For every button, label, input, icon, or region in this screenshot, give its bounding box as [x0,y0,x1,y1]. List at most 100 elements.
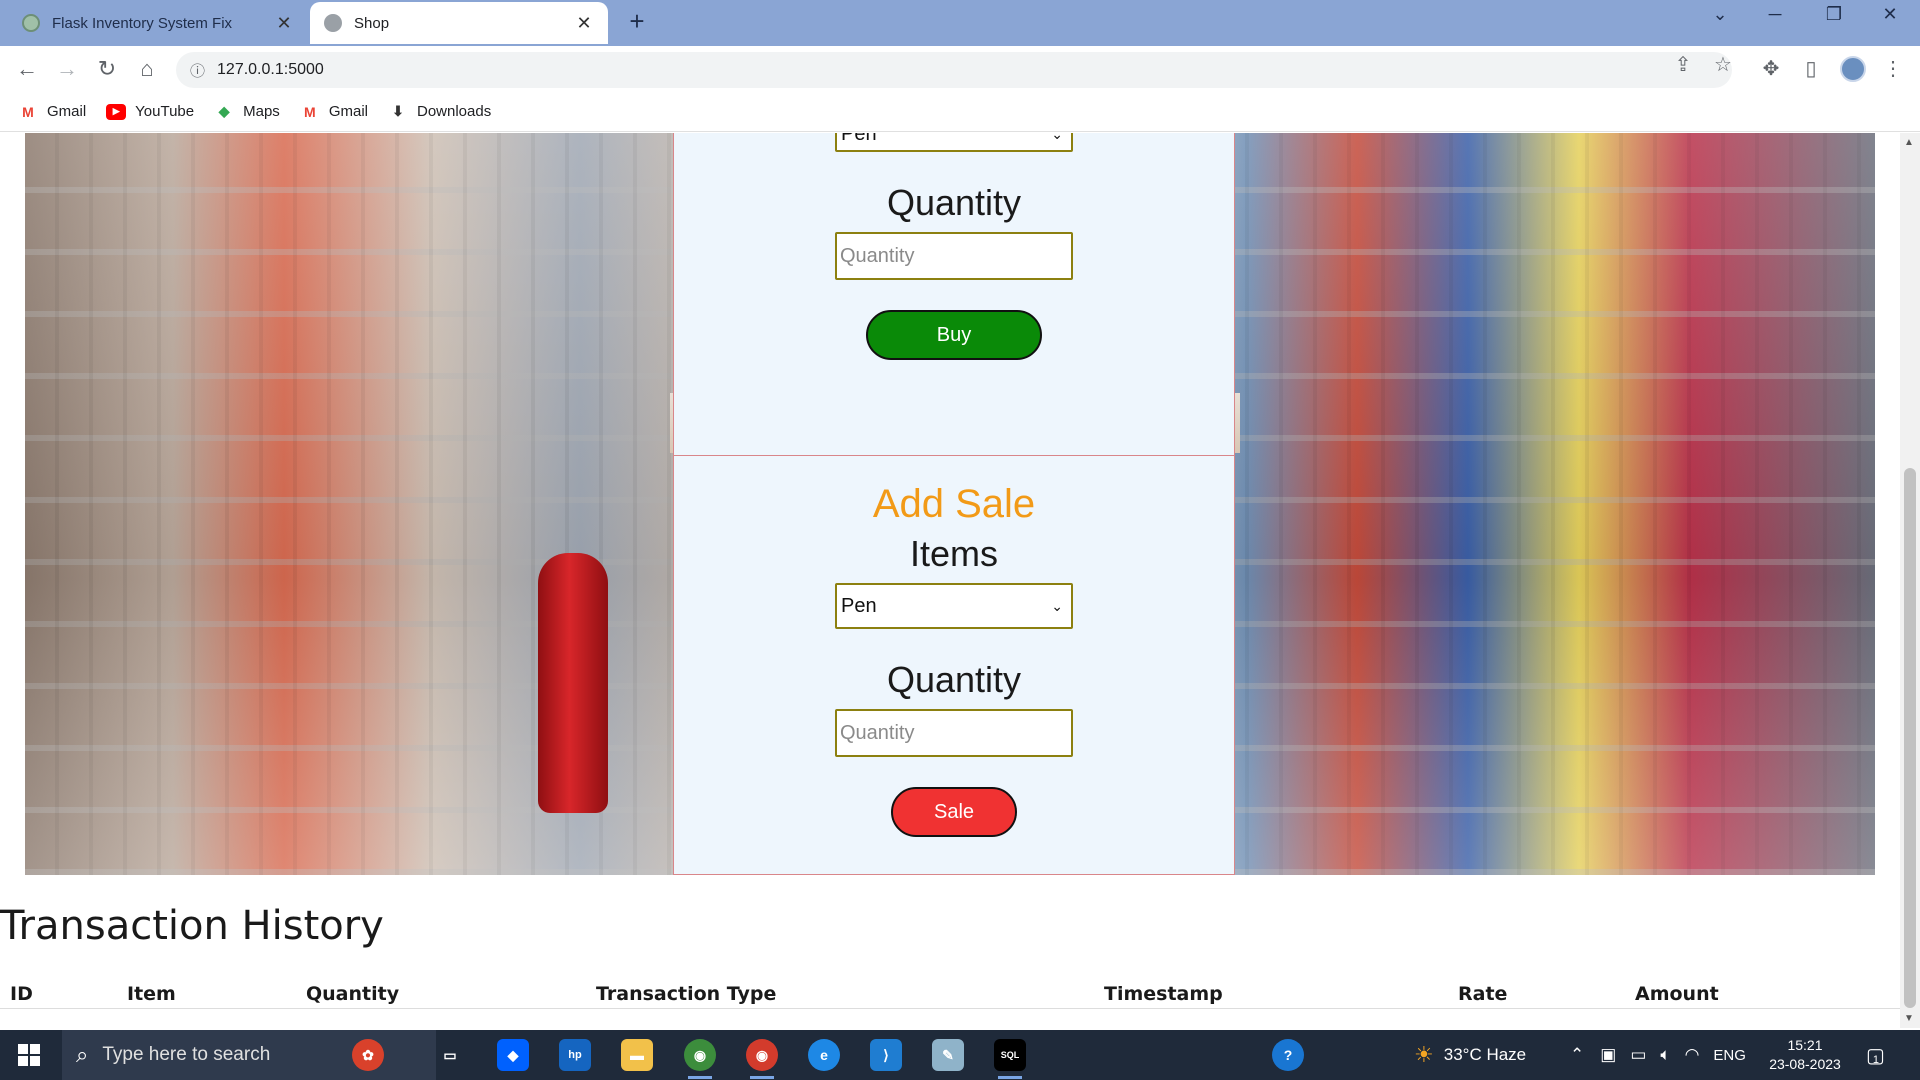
browser-toolbar: ← → ↻ ⌂ ⓘ 127.0.0.1:5000 ⇪ ☆ ✥ ▯ ⋮ [0,46,1920,92]
scroll-down-arrow-icon[interactable]: ▼ [1904,1013,1914,1024]
sale-item-select[interactable]: Pen ⌄ [835,583,1073,629]
volume-icon[interactable]: 🔈︎ [1660,1045,1670,1065]
buy-item-select[interactable]: Pen ⌄ [835,133,1073,152]
side-panel-icon[interactable]: ▯ [1796,56,1826,81]
chrome-profile-icon[interactable]: ◉ [746,1039,778,1079]
battery-icon[interactable]: ▭ [1630,1045,1646,1065]
chrome-icon[interactable]: ◉ [684,1039,716,1079]
close-icon[interactable]: ✕ [274,13,294,34]
fire-extinguisher-image [538,553,608,813]
bookmark-downloads[interactable]: ⬇ Downloads [388,103,491,120]
taskbar-clock[interactable]: 15:21 23-08-2023 [1760,1036,1850,1074]
tab-search-chevron-icon[interactable]: ⌄ [1700,4,1740,25]
gmail-icon: M [22,103,34,120]
file-explorer-icon[interactable]: ▬ [621,1039,653,1071]
search-icon: ⌕ [76,1042,89,1067]
notification-count: 1 [1872,1054,1880,1066]
weather-widget[interactable]: ☀ 33°C Haze [1414,1030,1526,1080]
minimize-icon[interactable]: ─ [1755,4,1795,25]
notification-center[interactable]: ▢ 1 [1866,1030,1885,1080]
window-close-icon[interactable]: ✕ [1870,4,1910,25]
meet-now-icon[interactable]: ▣ [1600,1045,1616,1065]
edge-icon[interactable]: e [808,1039,840,1071]
column-header-timestamp: Timestamp [1104,983,1223,1005]
system-tray: ⌃ ▣ ▭ 🔈︎ ◠ ENG [1570,1030,1746,1080]
column-header-amount: Amount [1635,983,1719,1005]
sale-quantity-input[interactable]: Quantity [835,709,1073,757]
chevron-down-icon: ⌄ [1051,597,1063,614]
close-icon[interactable]: ✕ [574,13,594,34]
buy-quantity-label: Quantity [886,182,1022,223]
bookmark-star-icon[interactable]: ☆ [1708,52,1738,77]
taskbar-search-placeholder: Type here to search [102,1044,271,1065]
bookmark-maps[interactable]: ◆ Maps [214,103,280,120]
notepad-icon[interactable]: ✎ [932,1039,964,1071]
sale-quantity-label: Quantity [886,659,1022,700]
site-info-icon[interactable]: ⓘ [190,60,205,81]
windows-start-icon[interactable] [18,1044,40,1066]
bookmark-label: Maps [243,103,280,120]
extensions-puzzle-icon[interactable]: ✥ [1756,56,1786,81]
buy-button[interactable]: Buy [866,310,1042,360]
decorative-flower-icon[interactable]: ✿ [352,1039,384,1071]
wifi-icon[interactable]: ◠ [1685,1045,1700,1065]
myhp-icon[interactable]: hp [559,1039,591,1071]
transaction-history-title: Transaction History [0,903,384,949]
address-url: 127.0.0.1:5000 [217,61,324,78]
column-header-transaction-type: Transaction Type [596,983,777,1005]
sale-item-selected: Pen [841,594,877,617]
globe-icon [324,14,342,32]
weather-sun-icon: ☀ [1414,1042,1434,1067]
menu-kebab-icon[interactable]: ⋮ [1878,56,1908,81]
share-icon[interactable]: ⇪ [1668,52,1698,77]
chatgpt-icon [22,14,40,32]
tab-flask-inventory[interactable]: Flask Inventory System Fix ✕ [8,2,308,44]
reload-icon[interactable]: ↻ [92,56,122,82]
tray-chevron-up-icon[interactable]: ⌃ [1570,1045,1584,1065]
chevron-down-icon: ⌄ [1051,133,1063,142]
bookmark-label: Gmail [328,103,368,120]
clock-time: 15:21 [1787,1037,1823,1053]
page-scrollbar[interactable]: ▲ ▼ [1900,133,1920,1028]
clock-date: 23-08-2023 [1769,1056,1841,1072]
back-arrow-icon[interactable]: ← [12,56,42,82]
bookmark-label: Gmail [47,103,87,120]
vscode-icon[interactable]: ⟩ [870,1039,902,1071]
windows-taskbar: ⌕ Type here to search ✿ ▭ ◆ hp ▬ ◉ ◉ e ⟩… [0,1030,1920,1080]
maximize-icon[interactable]: ❐ [1814,4,1854,25]
add-sale-heading: Add Sale [872,482,1036,526]
new-tab-button[interactable]: + [622,6,652,37]
page-viewport: Pen ⌄ Quantity Quantity Buy Add Sale Ite… [0,133,1900,1028]
address-bar[interactable]: ⓘ 127.0.0.1:5000 [176,52,1732,88]
column-header-item: Item [127,983,176,1005]
mysql-terminal-icon[interactable]: SQL [994,1039,1026,1079]
maps-icon: ◆ [218,103,230,119]
profile-avatar[interactable] [1840,56,1866,82]
scroll-up-arrow-icon[interactable]: ▲ [1904,137,1914,148]
browser-tab-bar: Flask Inventory System Fix ✕ Shop ✕ + ⌄ … [0,0,1920,46]
sale-button[interactable]: Sale [891,787,1017,837]
bookmark-youtube[interactable]: ▶ YouTube [106,103,194,120]
sale-items-label: Items [909,533,998,574]
home-icon[interactable]: ⌂ [132,56,162,82]
bookmark-gmail[interactable]: M Gmail [18,103,86,120]
tab-shop[interactable]: Shop ✕ [310,2,608,44]
task-view-icon[interactable]: ▭ [434,1039,466,1071]
bookmark-gmail-2[interactable]: M Gmail [300,103,368,120]
transaction-table-header: ID Item Quantity Transaction Type Timest… [0,973,1900,1009]
scrollbar-thumb[interactable] [1904,468,1916,1008]
buy-item-selected: Pen [841,133,877,145]
column-header-quantity: Quantity [306,983,400,1005]
help-icon[interactable]: ? [1272,1039,1304,1071]
column-header-id: ID [10,983,33,1005]
dropbox-icon[interactable]: ◆ [497,1039,529,1071]
forward-arrow-icon[interactable]: → [52,56,82,82]
sale-panel: Add Sale Items Pen ⌄ Quantity Quantity S… [673,455,1235,875]
bookmarks-bar: M Gmail ▶ YouTube ◆ Maps M Gmail ⬇ Downl… [0,92,1920,132]
language-indicator[interactable]: ENG [1713,1047,1746,1064]
youtube-icon: ▶ [106,103,127,120]
buy-quantity-input[interactable]: Quantity [835,232,1073,280]
download-icon: ⬇ [392,103,404,119]
tab-title: Shop [354,14,390,32]
gmail-icon: M [303,103,316,120]
